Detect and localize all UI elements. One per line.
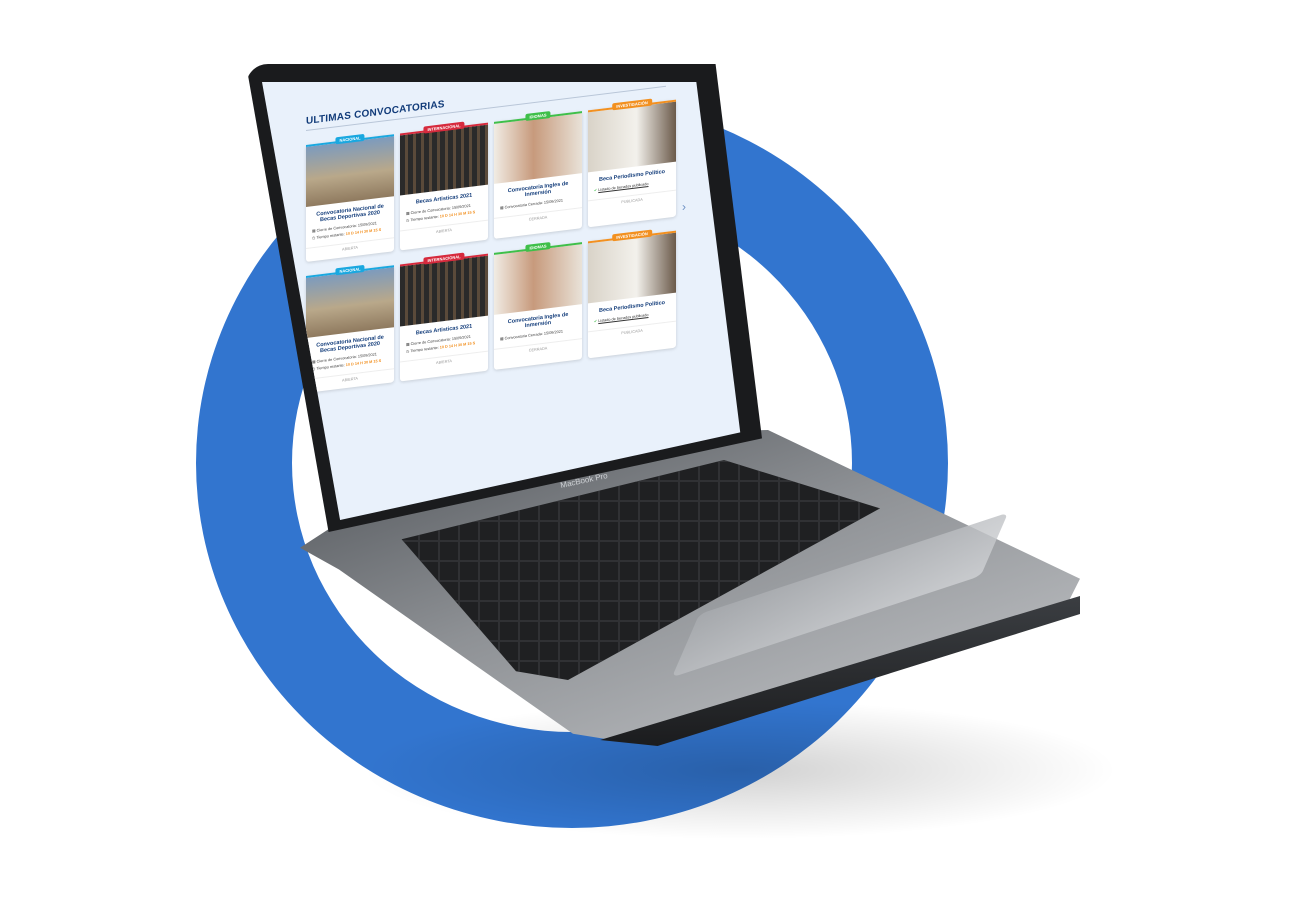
- category-badge: INVESTIGACIÓN: [612, 98, 652, 111]
- clock-icon: ◷: [406, 218, 410, 223]
- category-badge: NACIONAL: [335, 133, 365, 145]
- convocatoria-card[interactable]: INVESTIGACIÓN Beca Periodismo Político ✔…: [588, 229, 676, 359]
- card-image: NACIONAL: [306, 133, 394, 207]
- category-badge: IDIOMAS: [525, 110, 551, 122]
- clock-icon: ◷: [312, 235, 316, 241]
- calendar-icon: ▦: [500, 205, 504, 211]
- category-badge: INVESTIGACIÓN: [612, 229, 652, 242]
- convocatoria-card[interactable]: IDIOMAS Convocatoria Ingles de Inmersión…: [494, 241, 582, 370]
- convocatoria-card[interactable]: INTERNACIONAL Becas Artisticas 2021 ▦ Ci…: [400, 252, 488, 382]
- card-image: IDIOMAS: [494, 110, 582, 184]
- card-image: INVESTIGACIÓN: [588, 98, 676, 173]
- category-badge: INTERNACIONAL: [423, 121, 465, 134]
- card-image: INTERNACIONAL: [400, 252, 488, 327]
- convocatoria-card[interactable]: IDIOMAS Convocatoria Ingles de Inmersión…: [494, 110, 582, 239]
- convocatoria-card[interactable]: NACIONAL Convocatoria Nacional de Becas …: [306, 264, 394, 393]
- card-image: NACIONAL: [306, 264, 394, 338]
- calendar-icon: ▦: [406, 211, 410, 216]
- convocatoria-card[interactable]: NACIONAL Convocatoria Nacional de Becas …: [306, 133, 394, 262]
- card-image: INVESTIGACIÓN: [588, 229, 676, 304]
- card-image: INTERNACIONAL: [400, 121, 488, 196]
- card-image: IDIOMAS: [494, 241, 582, 315]
- category-badge: NACIONAL: [335, 264, 365, 276]
- convocatoria-card[interactable]: INVESTIGACIÓN Beca Periodismo Político ✔…: [588, 98, 676, 228]
- check-icon: ✔: [594, 188, 598, 193]
- calendar-icon: ▦: [312, 359, 316, 365]
- clock-icon: ◷: [406, 349, 410, 354]
- calendar-icon: ▦: [500, 336, 504, 342]
- category-badge: IDIOMAS: [525, 241, 551, 253]
- laptop-shadow: [360, 700, 1120, 840]
- convocatoria-card[interactable]: INTERNACIONAL Becas Artisticas 2021 ▦ Ci…: [400, 121, 488, 251]
- web-page: ULTIMAS CONVOCATORIAS NACIONAL Convocato…: [292, 82, 706, 476]
- calendar-icon: ▦: [312, 228, 316, 234]
- carousel-next-icon[interactable]: ›: [682, 199, 686, 213]
- calendar-icon: ▦: [406, 342, 410, 347]
- check-icon: ✔: [594, 319, 598, 324]
- category-badge: INTERNACIONAL: [423, 252, 465, 265]
